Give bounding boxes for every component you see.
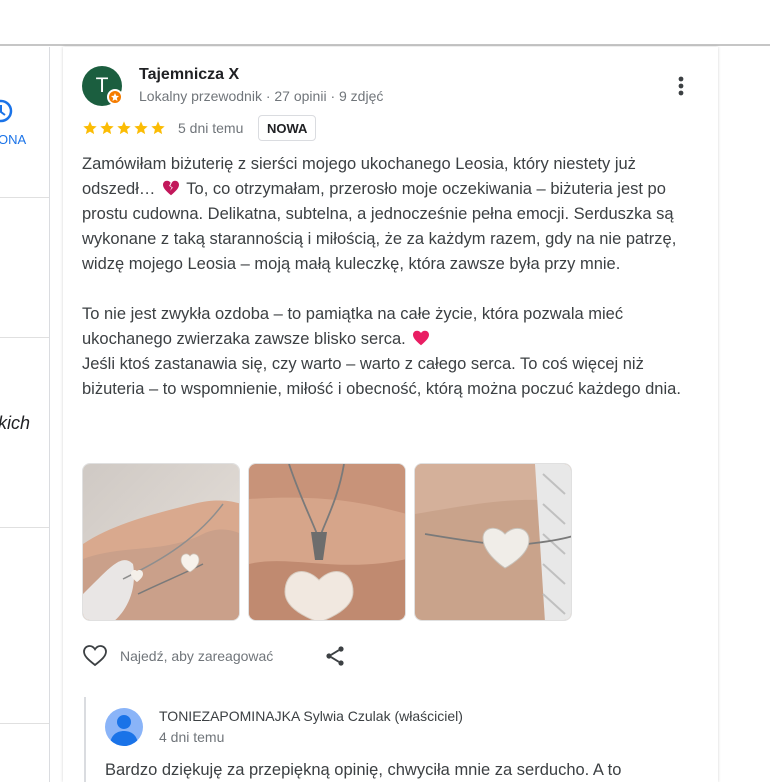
review-text-part: To nie jest zwykła ozdoba – to pamiątka …	[82, 305, 624, 348]
review-photos	[82, 463, 572, 621]
partial-circle-icon[interactable]	[0, 96, 16, 126]
necklace-heart-pendant-photo	[249, 464, 405, 620]
divider	[0, 527, 49, 528]
reply-divider	[84, 697, 86, 782]
star-rating	[82, 120, 166, 136]
person-icon	[110, 715, 138, 746]
review-paragraph-2: To nie jest zwykła ozdoba – to pamiątka …	[82, 302, 692, 352]
owner-name: TONIEZAPOMINAJKA Sylwia Czulak (właścici…	[159, 708, 463, 724]
top-bar	[0, 0, 770, 46]
review-actions: Najedź, aby zareagować	[82, 644, 273, 668]
heart-outline-icon[interactable]	[82, 644, 108, 668]
review-photo-2[interactable]	[248, 463, 406, 621]
author-name[interactable]: Tajemnicza X	[139, 66, 239, 84]
react-hint: Najedź, aby zareagować	[120, 648, 274, 664]
bracelet-with-heart-photo	[83, 464, 239, 620]
divider	[0, 197, 49, 198]
review-paragraph-3: Jeśli ktoś zastanawia się, czy warto – w…	[82, 355, 681, 398]
local-guide-badge-icon	[107, 89, 123, 105]
review-card: T Tajemnicza X Lokalny przewodnik · 27 o…	[63, 47, 718, 782]
bracelet-heart-closeup-photo	[415, 464, 571, 620]
left-panel-link-label[interactable]: ONA	[0, 132, 26, 147]
divider	[0, 337, 49, 338]
review-paragraph-1: Zamówiłam biżuterię z sierści mojego uko…	[82, 152, 692, 277]
owner-avatar[interactable]	[105, 708, 143, 746]
share-icon[interactable]	[323, 644, 347, 668]
divider	[0, 723, 49, 724]
star-icon	[134, 121, 148, 135]
owner-reply-date: 4 dni temu	[159, 729, 225, 745]
star-icon	[151, 121, 165, 135]
broken-heart-icon	[162, 180, 179, 196]
left-panel-italic-text: kich	[0, 413, 31, 433]
star-icon	[100, 121, 114, 135]
star-icon	[83, 121, 97, 135]
more-options-icon[interactable]	[671, 71, 691, 101]
review-photo-1[interactable]	[82, 463, 240, 621]
owner-reply-text: Bardzo dziękuję za przepiękną opinię, ch…	[105, 761, 622, 779]
review-date: 5 dni temu	[178, 120, 244, 136]
left-side-panel: ONA kich	[0, 47, 50, 782]
review-text: Zamówiłam biżuterię z sierści mojego uko…	[82, 152, 692, 402]
author-meta[interactable]: Lokalny przewodnik · 27 opinii · 9 zdjęć	[139, 88, 383, 104]
new-badge: NOWA	[258, 115, 317, 141]
star-icon	[117, 121, 131, 135]
heart-icon	[413, 330, 430, 346]
review-photo-3[interactable]	[414, 463, 572, 621]
